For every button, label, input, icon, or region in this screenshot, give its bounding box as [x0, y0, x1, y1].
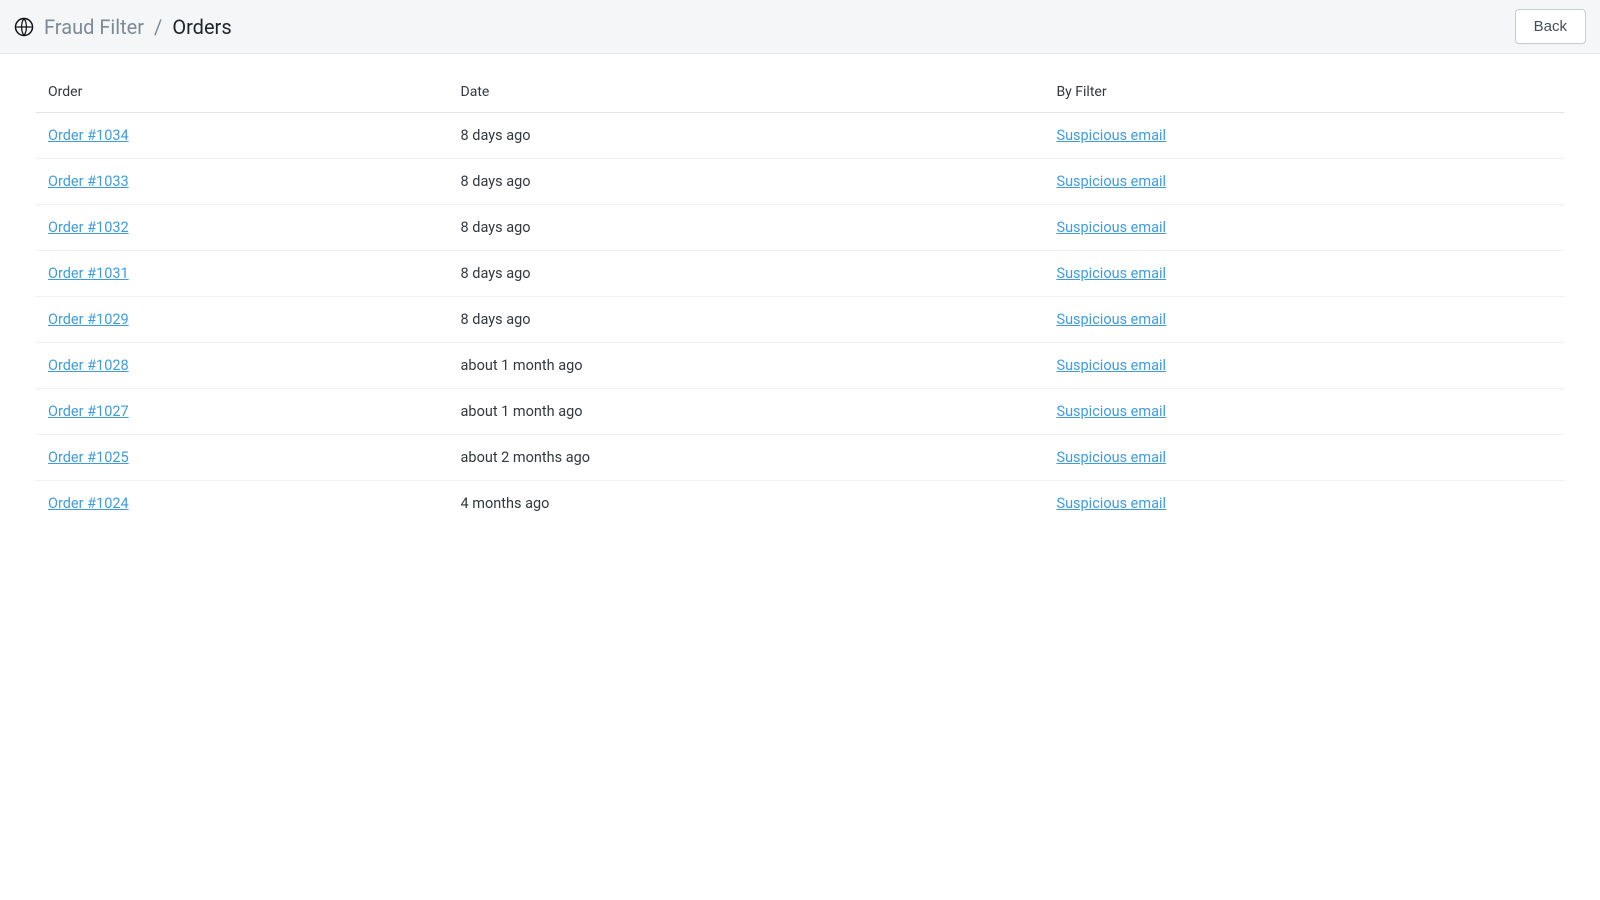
- top-bar: Fraud Filter / Orders Back: [0, 0, 1600, 54]
- cell-filter: Suspicious email: [1044, 205, 1564, 251]
- cell-date: 8 days ago: [449, 297, 1045, 343]
- filter-link[interactable]: Suspicious email: [1056, 173, 1166, 190]
- col-header-order: Order: [36, 74, 449, 113]
- cell-filter: Suspicious email: [1044, 297, 1564, 343]
- filter-link[interactable]: Suspicious email: [1056, 357, 1166, 374]
- order-link[interactable]: Order #1031: [48, 265, 129, 282]
- breadcrumb-root-link[interactable]: Fraud Filter: [44, 17, 144, 37]
- table-row: Order #1025 about 2 months ago Suspicious …: [36, 435, 1564, 481]
- cell-date: 8 days ago: [449, 113, 1045, 159]
- cell-order: Order #1025: [36, 435, 449, 481]
- cell-order: Order #1032: [36, 205, 449, 251]
- filter-link[interactable]: Suspicious email: [1056, 265, 1166, 282]
- cell-filter: Suspicious email: [1044, 435, 1564, 481]
- cell-date: 8 days ago: [449, 159, 1045, 205]
- cell-date: about 2 months ago: [449, 435, 1045, 481]
- order-link[interactable]: Order #1027: [48, 403, 129, 420]
- cell-order: Order #1027: [36, 389, 449, 435]
- filter-link[interactable]: Suspicious email: [1056, 403, 1166, 420]
- breadcrumb: Fraud Filter / Orders: [14, 17, 232, 37]
- table-row: Order #1028 about 1 month ago Suspicious e…: [36, 343, 1564, 389]
- order-link[interactable]: Order #1024: [48, 495, 129, 512]
- cell-date: 4 months ago: [449, 481, 1045, 527]
- table-row: Order #1034 8 days ago Suspicious email: [36, 113, 1564, 159]
- filter-link[interactable]: Suspicious email: [1056, 127, 1166, 144]
- cell-order: Order #1029: [36, 297, 449, 343]
- back-button[interactable]: Back: [1515, 9, 1586, 44]
- cell-filter: Suspicious email: [1044, 389, 1564, 435]
- app-logo-icon: [14, 17, 34, 37]
- orders-table: Order Date By Filter Order #1034 8 days a…: [36, 74, 1564, 526]
- cell-filter: Suspicious email: [1044, 113, 1564, 159]
- table-header-row: Order Date By Filter: [36, 74, 1564, 113]
- table-row: Order #1027 about 1 month ago Suspicious e…: [36, 389, 1564, 435]
- cell-date: 8 days ago: [449, 251, 1045, 297]
- breadcrumb-nav: Fraud Filter / Orders: [44, 17, 232, 37]
- cell-filter: Suspicious email: [1044, 481, 1564, 527]
- order-link[interactable]: Order #1028: [48, 357, 129, 374]
- cell-order: Order #1024: [36, 481, 449, 527]
- order-link[interactable]: Order #1025: [48, 449, 129, 466]
- filter-link[interactable]: Suspicious email: [1056, 449, 1166, 466]
- order-link[interactable]: Order #1032: [48, 219, 129, 236]
- cell-date: 8 days ago: [449, 205, 1045, 251]
- order-link[interactable]: Order #1033: [48, 173, 129, 190]
- filter-link[interactable]: Suspicious email: [1056, 495, 1166, 512]
- cell-order: Order #1031: [36, 251, 449, 297]
- cell-date: about 1 month ago: [449, 343, 1045, 389]
- table-row: Order #1033 8 days ago Suspicious email: [36, 159, 1564, 205]
- table-row: Order #1031 8 days ago Suspicious email: [36, 251, 1564, 297]
- cell-filter: Suspicious email: [1044, 159, 1564, 205]
- cell-order: Order #1028: [36, 343, 449, 389]
- col-header-date: Date: [449, 74, 1045, 113]
- col-header-filter: By Filter: [1044, 74, 1564, 113]
- breadcrumb-separator: /: [154, 17, 162, 37]
- cell-filter: Suspicious email: [1044, 343, 1564, 389]
- cell-date: about 1 month ago: [449, 389, 1045, 435]
- page-content: Order Date By Filter Order #1034 8 days a…: [0, 54, 1600, 546]
- cell-order: Order #1033: [36, 159, 449, 205]
- order-link[interactable]: Order #1029: [48, 311, 129, 328]
- breadcrumb-current: Orders: [172, 17, 231, 37]
- table-row: Order #1032 8 days ago Suspicious email: [36, 205, 1564, 251]
- table-row: Order #1029 8 days ago Suspicious email: [36, 297, 1564, 343]
- filter-link[interactable]: Suspicious email: [1056, 219, 1166, 236]
- table-row: Order #1024 4 months ago Suspicious email: [36, 481, 1564, 527]
- cell-order: Order #1034: [36, 113, 449, 159]
- cell-filter: Suspicious email: [1044, 251, 1564, 297]
- order-link[interactable]: Order #1034: [48, 127, 129, 144]
- filter-link[interactable]: Suspicious email: [1056, 311, 1166, 328]
